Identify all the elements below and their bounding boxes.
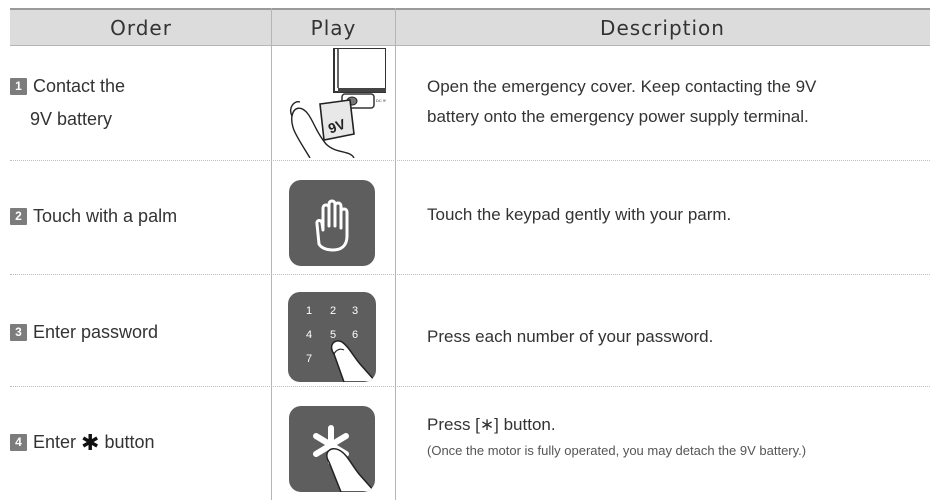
description-note: (Once the motor is fully operated, you m… — [427, 443, 807, 458]
description-cell: Touch the keypad gently with your parm. — [427, 200, 731, 230]
description-line: Touch the keypad gently with your parm. — [427, 205, 732, 224]
keypad-finger-illustration: 1 2 3 4 5 6 7 — [288, 292, 376, 382]
svg-text:6: 6 — [352, 329, 358, 341]
svg-text:5: 5 — [330, 329, 336, 341]
order-text: Enter — [33, 432, 77, 452]
order-cell: 1 Contact the 9V battery — [10, 76, 125, 130]
table-header: Order Play Description — [10, 8, 930, 46]
svg-text:DC 9V: DC 9V — [376, 98, 386, 103]
battery-contact-illustration: DC 9V 9V — [290, 48, 386, 158]
star-icon: ✱ — [81, 430, 100, 455]
order-text: Contact the — [33, 76, 126, 96]
header-play: Play — [310, 16, 357, 40]
svg-text:7: 7 — [306, 353, 312, 365]
description-cell: Press [∗] button. (Once the motor is ful… — [427, 410, 806, 462]
table-row: 4 Enter ✱ button Press [∗] button. (Once … — [10, 386, 930, 500]
order-text: Touch with a palm — [33, 206, 178, 226]
description-cell: Press each number of your password. — [427, 322, 713, 352]
order-text-line2: 9V battery — [30, 109, 113, 129]
description-line: Press each number of your password. — [427, 327, 714, 346]
description-line: Open the emergency cover. Keep contactin… — [427, 77, 817, 96]
description-cell: Open the emergency cover. Keep contactin… — [427, 72, 816, 132]
table-row: 2 Touch with a palm Touch the keypad gent… — [10, 160, 930, 274]
header-order: Order — [110, 16, 172, 40]
svg-text:1: 1 — [306, 305, 312, 317]
table-row: 3 Enter password 1 2 3 4 5 6 7 Press each… — [10, 274, 930, 386]
step-number-badge: 2 — [10, 208, 27, 225]
svg-text:3: 3 — [352, 305, 358, 317]
order-cell: 4 Enter ✱ button — [10, 430, 155, 456]
order-cell: 3 Enter password — [10, 322, 158, 343]
svg-text:2: 2 — [330, 305, 336, 317]
step-number-badge: 3 — [10, 324, 27, 341]
table-row: 1 Contact the 9V battery DC 9V 9V Open th… — [10, 46, 930, 160]
description-line: Press [∗] button. — [427, 415, 556, 434]
step-number-badge: 4 — [10, 434, 27, 451]
order-text: button — [104, 432, 155, 452]
order-cell: 2 Touch with a palm — [10, 206, 177, 227]
order-text: Enter password — [33, 322, 159, 342]
header-description: Description — [600, 16, 725, 40]
palm-hand-icon — [289, 180, 375, 266]
description-line: battery onto the emergency power supply … — [427, 107, 809, 126]
star-button-finger-illustration — [289, 406, 375, 492]
svg-text:4: 4 — [306, 329, 312, 341]
step-number-badge: 1 — [10, 78, 27, 95]
